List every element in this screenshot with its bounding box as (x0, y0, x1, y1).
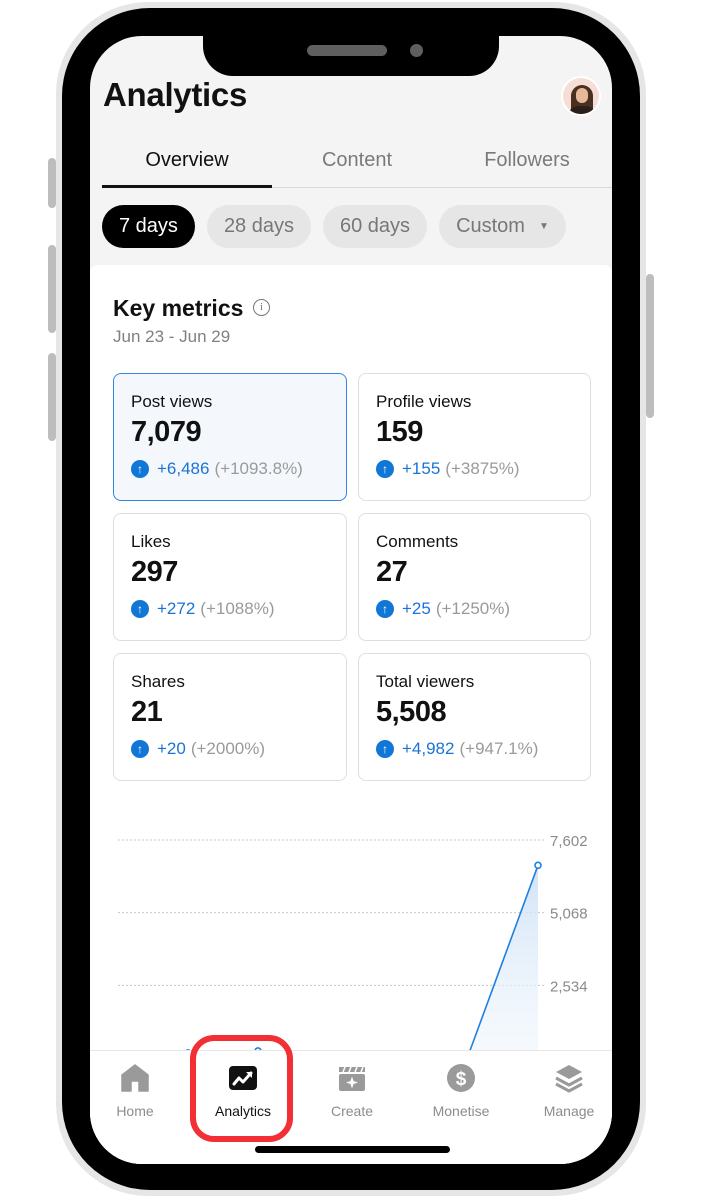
metric-value: 21 (131, 696, 163, 728)
filter-28-days[interactable]: 28 days (206, 205, 311, 248)
key-metrics-card: Key metrics i Jun 23 - Jun 29 Post views… (90, 265, 612, 1164)
metric-profile-views[interactable]: Profile views 159 ↑ +155 (+3875%) (358, 373, 591, 501)
nav-label: Manage (543, 1103, 595, 1119)
arrow-up-icon: ↑ (376, 600, 394, 618)
line-chart: 2,5345,0687,602Jun 23Jun 29 (114, 833, 588, 1085)
metric-delta: +20 (157, 739, 186, 758)
metric-percent: (+1088%) (200, 599, 275, 618)
metric-post-views[interactable]: Post views 7,079 ↑ +6,486 (+1093.8%) (113, 373, 347, 501)
metric-percent: (+3875%) (445, 459, 520, 478)
tab-bar: Overview Content Followers (102, 136, 612, 188)
metric-delta: +6,486 (157, 459, 210, 478)
metrics-grid: Post views 7,079 ↑ +6,486 (+1093.8%) Pro… (113, 373, 591, 781)
metric-delta: +155 (402, 459, 441, 478)
power-button (646, 274, 654, 418)
front-camera (410, 44, 423, 57)
filter-custom-label: Custom (456, 215, 525, 237)
filter-custom[interactable]: Custom ▼ (439, 205, 566, 248)
page-title: Analytics (103, 76, 248, 113)
series-line (117, 865, 539, 1057)
nav-label: Create (330, 1103, 374, 1119)
metric-delta: +25 (402, 599, 431, 618)
metric-percent: (+2000%) (190, 739, 266, 758)
metric-change: ↑ +4,982 (+947.1%) (376, 739, 573, 759)
nav-home[interactable]: Home (90, 1063, 180, 1119)
data-point (534, 861, 542, 870)
filter-7-days[interactable]: 7 days (102, 205, 195, 248)
nav-label: Home (116, 1103, 154, 1119)
avatar-face (576, 88, 588, 103)
info-icon[interactable]: i (253, 299, 270, 316)
metric-percent: (+1250%) (435, 599, 511, 618)
metric-comments[interactable]: Comments 27 ↑ +25 (+1250%) (358, 513, 591, 641)
arrow-up-icon: ↑ (376, 740, 394, 758)
tab-followers[interactable]: Followers (442, 136, 612, 187)
metric-label: Shares (131, 672, 185, 691)
nav-monetise[interactable]: $ Monetise (416, 1063, 506, 1119)
metric-label: Profile views (376, 392, 472, 411)
filter-60-days[interactable]: 60 days (323, 205, 428, 248)
area-fill (118, 865, 538, 1058)
metric-value: 297 (131, 556, 178, 588)
metric-change: ↑ +272 (+1088%) (131, 599, 329, 619)
create-icon (337, 1063, 367, 1093)
y-tick-label: 7,602 (550, 833, 588, 850)
caret-down-icon: ▼ (538, 221, 549, 232)
screen: Analytics Overview Content Followers 7 d… (90, 36, 612, 1164)
arrow-up-icon: ↑ (131, 740, 149, 758)
metric-label: Total viewers (376, 672, 475, 691)
metric-label: Likes (131, 532, 171, 551)
date-range-label: Jun 23 - Jun 29 (113, 327, 231, 346)
nav-manage[interactable]: Manage (524, 1063, 612, 1119)
metric-shares[interactable]: Shares 21 ↑ +20 (+2000%) (113, 653, 347, 781)
dollar-icon: $ (446, 1063, 476, 1093)
y-tick-label: 2,534 (550, 978, 588, 995)
svg-text:$: $ (456, 1069, 467, 1090)
arrow-up-icon: ↑ (131, 460, 149, 478)
key-metrics-title: Key metrics (113, 295, 244, 321)
metric-change: ↑ +6,486 (+1093.8%) (131, 459, 329, 479)
metric-likes[interactable]: Likes 297 ↑ +272 (+1088%) (113, 513, 347, 641)
nav-label: Monetise (432, 1103, 490, 1119)
metric-value: 27 (376, 556, 408, 588)
y-tick-label: 5,068 (550, 906, 588, 923)
metric-delta: +4,982 (402, 739, 455, 758)
metric-delta: +272 (157, 599, 196, 618)
post-views-chart[interactable]: 2,5345,0687,602Jun 23Jun 29 (90, 825, 612, 1085)
nav-label: Analytics (214, 1103, 272, 1119)
metric-total-viewers[interactable]: Total viewers 5,508 ↑ +4,982 (+947.1%) (358, 653, 591, 781)
mute-switch (48, 158, 56, 208)
metric-value: 7,079 (131, 416, 202, 448)
nav-analytics[interactable]: Analytics (198, 1063, 288, 1119)
speaker-grille (307, 45, 387, 56)
arrow-up-icon: ↑ (376, 460, 394, 478)
notch (203, 36, 499, 76)
volume-up-button (48, 245, 56, 333)
avatar[interactable] (561, 76, 601, 116)
home-indicator[interactable] (255, 1146, 450, 1153)
tab-overview[interactable]: Overview (102, 136, 272, 188)
metric-change: ↑ +20 (+2000%) (131, 739, 329, 759)
metric-change: ↑ +25 (+1250%) (376, 599, 573, 619)
volume-down-button (48, 353, 56, 441)
home-icon (120, 1063, 150, 1093)
metric-percent: (+947.1%) (459, 739, 539, 758)
metric-label: Comments (376, 532, 459, 551)
arrow-up-icon: ↑ (131, 600, 149, 618)
date-range-filters: 7 days 28 days 60 days Custom ▼ (102, 205, 566, 248)
metric-value: 159 (376, 416, 423, 448)
layers-icon (554, 1063, 584, 1093)
nav-create[interactable]: Create (307, 1063, 397, 1119)
analytics-icon (228, 1063, 258, 1093)
tab-content[interactable]: Content (272, 136, 442, 187)
metric-percent: (+1093.8%) (214, 459, 303, 478)
metric-label: Post views (131, 392, 213, 411)
metric-change: ↑ +155 (+3875%) (376, 459, 573, 479)
metric-value: 5,508 (376, 696, 447, 728)
